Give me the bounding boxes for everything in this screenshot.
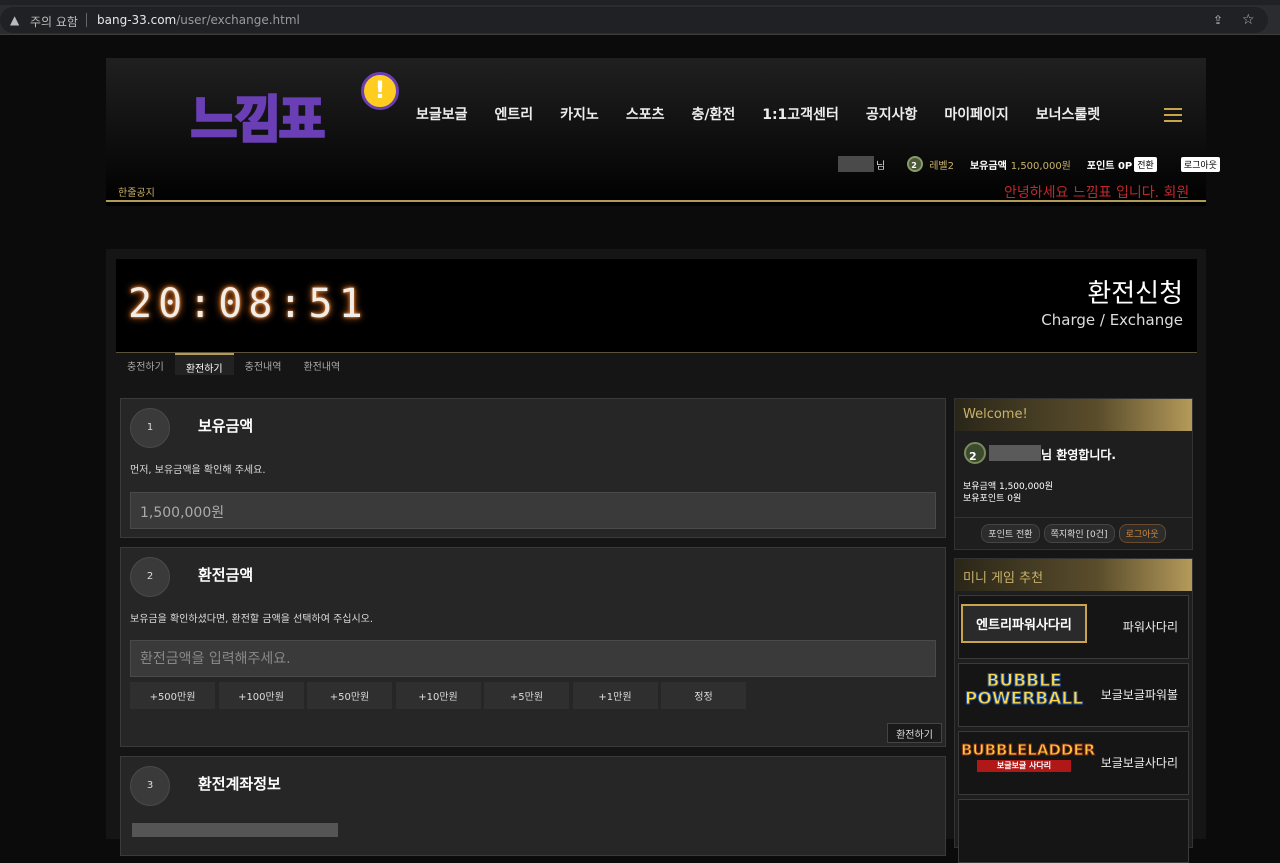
point-convert-button[interactable]: 전환	[1134, 156, 1157, 172]
section-title: 환전계좌정보	[198, 775, 281, 793]
section-description: 보유금을 확인하셨다면, 환전할 금액을 선택하여 주십시오.	[130, 614, 374, 625]
address-divider	[86, 13, 87, 27]
tab-exchange-history[interactable]: 환전내역	[292, 353, 351, 375]
welcome-actions: 포인트 전환 쪽지확인 [0건] 로그아웃	[955, 517, 1192, 549]
step-number: 3	[130, 766, 170, 806]
amount-button-group: +500만원 +100만원 +50만원 +10만원 +5만원 +1만원 정정	[130, 682, 750, 709]
add-10000-button[interactable]: +1만원	[572, 682, 658, 709]
blurred-username	[989, 445, 1041, 461]
point-label: 포인트 0P	[1086, 160, 1133, 172]
ladder-logo-text: BUBBLELADDER	[960, 741, 1096, 760]
logo-exclamation-icon: !	[361, 72, 399, 110]
game-name: 파워사다리	[1122, 620, 1178, 634]
page-title: 환전신청	[1087, 279, 1183, 309]
nav-item-sports[interactable]: 스포츠	[626, 104, 665, 124]
welcome-point: 보유포인트 0원	[963, 494, 1022, 504]
nav-item-notice[interactable]: 공지사항	[866, 104, 918, 124]
section-account-info: 3 환전계좌정보	[120, 756, 946, 856]
user-name-suffix: 님	[876, 160, 886, 172]
ladder-logo-sub: 보글보글 사다리	[977, 760, 1071, 772]
warning-icon: ▲	[10, 13, 20, 27]
page-banner: 20:08:51 환전신청 Charge / Exchange	[116, 259, 1197, 353]
add-500000-button[interactable]: +50만원	[307, 682, 392, 709]
section-title: 보유금액	[198, 417, 254, 435]
ladder-logo: BUBBLELADDER 보글보글 사다리	[960, 740, 1096, 772]
step-number: 1	[130, 408, 170, 448]
notice-marquee: 안녕하세요 느낌표 입니다. 회원	[1004, 185, 1190, 201]
site-logo[interactable]: 느낌표 !	[190, 72, 411, 151]
money-label: 보유금액	[969, 160, 1007, 172]
exchange-submit-button[interactable]: 환전하기	[887, 723, 942, 743]
main-content: 20:08:51 환전신청 Charge / Exchange 충전하기 환전하…	[106, 249, 1206, 863]
logo-text: 느낌표	[190, 90, 327, 151]
reset-amount-button[interactable]: 정정	[661, 682, 746, 709]
game-name: 보글보글사다리	[1100, 756, 1178, 770]
blurred-username	[838, 156, 874, 172]
nav-item-roulette[interactable]: 보너스룰렛	[1036, 104, 1100, 124]
url-path: /user/exchange.html	[176, 13, 300, 27]
game-item-bubble-ladder[interactable]: BUBBLELADDER 보글보글 사다리 보글보글사다리	[958, 731, 1189, 795]
tab-charge-history[interactable]: 충전내역	[234, 353, 293, 375]
url-host: bang-33.com	[97, 13, 177, 27]
nav-item-entry[interactable]: 엔트리	[495, 104, 534, 124]
step-number: 2	[130, 557, 170, 597]
section-description: 먼저, 보유금액을 확인해 주세요.	[130, 465, 266, 476]
add-5000000-button[interactable]: +500만원	[130, 682, 215, 709]
entry-logo-text: 엔트리파워사다리	[961, 604, 1087, 643]
section-exchange-amount: 2 환전금액 보유금을 확인하셨다면, 환전할 금액을 선택하여 주십시오. +…	[120, 547, 946, 747]
game-logo: BUBBLE POWERBALL	[961, 672, 1087, 718]
menu-hamburger-icon[interactable]	[1164, 108, 1182, 122]
level-badge-icon	[964, 442, 986, 464]
url-text[interactable]: bang-33.com/user/exchange.html	[97, 13, 300, 27]
game-name: 보글보글파워볼	[1100, 688, 1178, 702]
nav-item-casino[interactable]: 카지노	[560, 104, 599, 124]
notice-label: 한줄공지	[118, 188, 155, 199]
browser-toolbar: ▲ 주의 요함 bang-33.com/user/exchange.html ⇪…	[0, 5, 1280, 35]
user-status-bar: 님 레벨2 보유금액 1,500,000원 포인트 0P 전환 로그아웃	[838, 154, 1220, 174]
mini-games-panel: 미니 게임 추천 엔트리파워사다리 파워사다리 BUBBLE POWERBALL…	[954, 558, 1193, 863]
page-subtitle: Charge / Exchange	[1041, 311, 1183, 329]
welcome-greeting: 님 환영합니다.	[1041, 448, 1116, 462]
site-header: 느낌표 ! 보글보글 엔트리 카지노 스포츠 충/환전 1:1고객센터 공지사항…	[106, 58, 1220, 206]
message-check-button[interactable]: 쪽지확인 [0건]	[1043, 524, 1115, 543]
main-nav: 보글보글 엔트리 카지노 스포츠 충/환전 1:1고객센터 공지사항 마이페이지…	[416, 104, 1127, 124]
logout-button[interactable]: 로그아웃	[1118, 524, 1166, 543]
nav-item-bogeul[interactable]: 보글보글	[416, 104, 468, 124]
digital-clock: 20:08:51	[128, 281, 369, 327]
exchange-amount-input[interactable]	[130, 640, 936, 677]
welcome-body: 님 환영합니다. 보유금액 1,500,000원 보유포인트 0원 포인트 전환…	[955, 431, 1192, 543]
nav-item-deposit-exchange[interactable]: 충/환전	[691, 104, 735, 124]
share-icon[interactable]: ⇪	[1213, 13, 1223, 27]
sub-tabs: 충전하기 환전하기 충전내역 환전내역	[116, 353, 351, 375]
notice-bar: 한줄공지 안녕하세요 느낌표 입니다. 회원	[106, 180, 1206, 202]
welcome-header: Welcome!	[955, 399, 1192, 431]
game-item-bubble-powerball[interactable]: BUBBLE POWERBALL 보글보글파워볼	[958, 663, 1189, 727]
level-badge-icon	[907, 156, 924, 172]
tab-exchange[interactable]: 환전하기	[174, 353, 234, 375]
mini-games-header: 미니 게임 추천	[955, 559, 1192, 591]
welcome-panel: Welcome! 님 환영합니다. 보유금액 1,500,000원 보유포인트 …	[954, 398, 1193, 550]
section-balance: 1 보유금액 먼저, 보유금액을 확인해 주세요. 1,500,000원	[120, 398, 946, 538]
game-logo: 엔트리파워사다리	[961, 604, 1087, 650]
add-100000-button[interactable]: +10만원	[395, 682, 481, 709]
game-item-more[interactable]	[958, 799, 1189, 863]
game-logo: BUBBLELADDER 보글보글 사다리	[960, 740, 1096, 786]
logout-button[interactable]: 로그아웃	[1180, 156, 1220, 172]
address-bar[interactable]: ▲ 주의 요함 bang-33.com/user/exchange.html ⇪…	[0, 7, 1268, 33]
bubble-logo-text: BUBBLE POWERBALL	[964, 671, 1084, 709]
add-1000000-button[interactable]: +100만원	[218, 682, 304, 709]
balance-field: 1,500,000원	[130, 492, 936, 529]
point-convert-button[interactable]: 포인트 전환	[981, 524, 1040, 543]
section-title: 환전금액	[198, 566, 254, 584]
add-50000-button[interactable]: +5만원	[484, 682, 569, 709]
user-level: 레벨2	[929, 160, 954, 172]
blurred-account-info	[132, 823, 338, 837]
security-warning: 주의 요함	[30, 15, 78, 29]
bookmark-star-icon[interactable]: ☆	[1242, 12, 1255, 28]
nav-item-mypage[interactable]: 마이페이지	[944, 104, 1008, 124]
game-item-power-ladder[interactable]: 엔트리파워사다리 파워사다리	[958, 595, 1189, 659]
tab-charge[interactable]: 충전하기	[116, 353, 175, 375]
nav-item-support[interactable]: 1:1고객센터	[762, 104, 839, 124]
money-value: 1,500,000원	[1010, 160, 1071, 172]
